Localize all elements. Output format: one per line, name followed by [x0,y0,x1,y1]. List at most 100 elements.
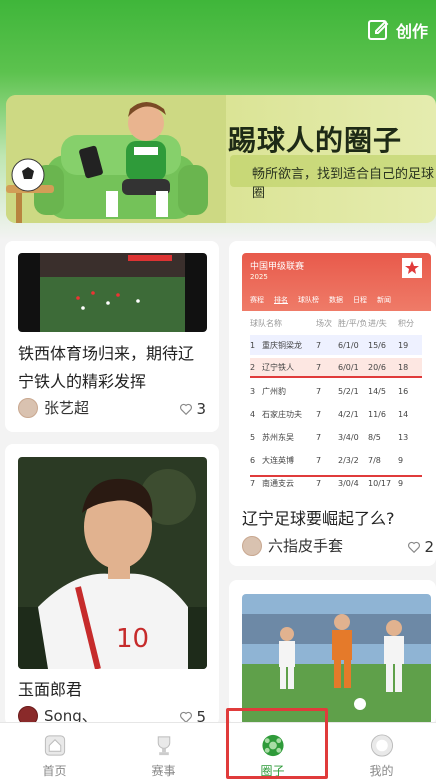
league-year: 2025 [250,273,268,281]
league-tab: 排名 [274,296,288,304]
league-cell-wdl: 5/2/1 [338,386,359,396]
league-col: 进/失 [368,318,387,328]
post-author[interactable]: 张艺超 [18,397,89,418]
league-cell-wdl: 2/3/2 [338,455,359,465]
league-row: 6 大连英博 7 2/3/2 7/8 9 [250,450,422,470]
league-cell-played: 7 [316,455,322,465]
league-cell-rank: 5 [250,432,256,442]
league-cell-rank: 7 [250,478,256,488]
post-card[interactable] [229,580,436,725]
league-row: 2 辽宁铁人 7 6/0/1 20/6 18 [250,358,422,378]
league-cell-pts: 18 [398,362,409,372]
like-button[interactable]: 2 [407,538,434,556]
post-thumbnail [242,594,431,725]
tab-circle[interactable]: 圈子 [218,723,327,779]
league-row: 3 广州豹 7 5/2/1 14/5 16 [250,381,422,401]
league-cell-played: 7 [316,478,322,488]
tab-label: 赛事 [151,764,176,778]
post-card[interactable]: 铁西体育场归来，期待辽宁铁人的精彩发挥 张艺超 3 [5,241,219,432]
create-button[interactable]: 创作 [366,16,428,44]
league-row: 1 重庆铜梁龙 7 6/1/0 15/6 19 [250,335,422,355]
league-cell-gf: 14/5 [368,386,386,396]
league-tab: 新闻 [377,296,391,304]
trophy-icon [157,736,170,756]
league-cell-played: 7 [316,386,322,396]
player-portrait-image: 10 [18,457,207,669]
like-button[interactable]: 3 [179,400,206,418]
league-cell-team: 石家庄功夫 [262,409,302,419]
avatar [18,397,38,418]
league-cell-pts: 19 [398,340,409,350]
league-cell-wdl: 3/0/4 [338,478,359,488]
like-count: 3 [196,400,206,418]
create-label: 创作 [395,22,428,41]
league-cell-wdl: 6/0/1 [338,362,359,372]
league-cell-played: 7 [316,409,322,419]
league-cell-gf: 15/6 [368,340,386,350]
league-cell-rank: 2 [250,362,256,372]
post-title: 辽宁足球要崛起了么? [242,509,395,528]
avatar [242,535,262,556]
league-cell-team: 大连英博 [262,455,294,465]
league-tab: 数据 [329,296,343,304]
league-tab: 赛程 [250,296,264,304]
edit-icon [367,20,389,40]
league-cell-played: 7 [316,340,322,350]
tab-home[interactable]: 首页 [0,723,109,779]
league-cell-team: 南通支云 [262,478,294,488]
league-divider [250,475,422,477]
author-name: 张艺超 [44,399,90,417]
league-cell-gf: 11/6 [368,409,386,419]
tab-profile[interactable]: 我的 [327,723,436,779]
league-cell-rank: 3 [250,386,256,396]
tab-label: 我的 [369,764,394,778]
tab-label: 圈子 [260,764,285,778]
league-cell-rank: 4 [250,409,256,419]
league-cell-wdl: 4/2/1 [338,409,359,419]
post-title: 玉面郎君 [18,680,83,699]
league-cell-gf: 10/17 [368,478,392,488]
league-table-image: 中国甲级联赛 2025 赛程 排名 球队榜 数据 日程 新闻 球队名称 场次 胜… [242,253,431,498]
banner-illustration [6,95,226,223]
banner-subtitle: 畅所欲言，找到适合自己的足球圈 [252,167,435,201]
league-tabs: 赛程 排名 球队榜 数据 日程 新闻 [250,295,391,305]
circle-banner[interactable]: 踢球人的圈子 畅所欲言，找到适合自己的足球圈 [6,95,436,223]
league-cell-gf: 8/5 [368,432,381,442]
league-cell-rank: 1 [250,340,256,350]
league-cell-wdl: 6/1/0 [338,340,359,350]
league-cell-rank: 6 [250,455,256,465]
league-cell-pts: 13 [398,432,409,442]
league-cell-pts: 16 [398,386,409,396]
tab-events[interactable]: 赛事 [109,723,218,779]
post-thumbnail [18,253,207,332]
league-col: 积分 [398,318,414,328]
post-card[interactable]: 10 玉面郎君 Song、 5 [5,444,219,726]
league-col: 场次 [316,318,332,328]
league-row: 5 苏州东吴 7 3/4/0 8/5 13 [250,427,422,447]
league-cell-played: 7 [316,432,322,442]
profile-icon [370,734,393,757]
league-logo-icon [402,258,422,278]
league-cell-pts: 14 [398,409,409,419]
author-name: 六指皮手套 [268,537,344,555]
league-tab: 日程 [353,296,367,304]
league-cell-gf: 7/8 [368,455,381,465]
post-thumbnail: 10 [18,457,207,669]
bottom-tab-bar: 首页 赛事 圈子 我的 [0,722,436,779]
league-tab: 球队榜 [298,296,319,304]
league-cell-team: 广州豹 [262,386,286,396]
league-col: 胜/平/负 [338,318,368,328]
post-card[interactable]: 中国甲级联赛 2025 赛程 排名 球队榜 数据 日程 新闻 球队名称 场次 胜… [229,241,436,566]
tab-label: 首页 [42,764,67,778]
league-header-row: 球队名称 场次 胜/平/负 进/失 积分 [250,313,422,333]
post-author[interactable]: 六指皮手套 [242,535,343,556]
football-circle-icon [261,734,284,757]
post-title: 铁西体育场归来，期待辽宁铁人的精彩发挥 [18,344,195,391]
league-row: 4 石家庄功夫 7 4/2/1 11/6 14 [250,404,422,424]
heart-icon [408,541,421,554]
league-cell-played: 7 [316,362,322,372]
heart-icon [180,403,193,416]
league-cell-team: 辽宁铁人 [262,362,294,372]
league-cell-gf: 20/6 [368,362,386,372]
league-title: 中国甲级联赛 [250,262,305,272]
